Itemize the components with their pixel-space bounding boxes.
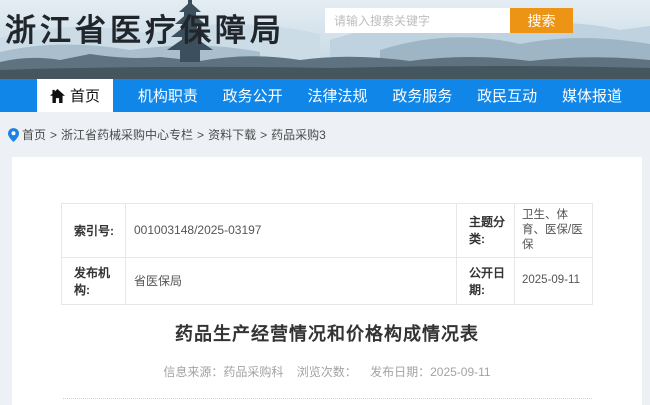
search-box: 搜索 (325, 8, 573, 33)
nav-item-label: 首页 (70, 85, 100, 106)
tab-gov-disclosure[interactable]: 政务公开 (223, 79, 283, 112)
topic-category-value: 卫生、体育、医保/医保 (515, 204, 593, 258)
home-icon (50, 89, 65, 103)
search-button[interactable]: 搜索 (510, 8, 573, 33)
index-number-label: 索引号: (62, 204, 126, 258)
article-meta: 信息来源：药品采购科 浏览次数： 发布日期：2025-09-11 (12, 363, 642, 380)
site-title: 浙江省医疗保障局 (5, 5, 285, 50)
publish-date-label: 公开日期: (457, 257, 515, 304)
tab-gov-services[interactable]: 政务服务 (392, 79, 452, 112)
table-row: 发布机构: 省医保局 公开日期: 2025-09-11 (62, 257, 593, 304)
info-source: 信息来源：药品采购科 (163, 365, 283, 379)
breadcrumb-separator: > (50, 128, 57, 142)
search-input[interactable] (325, 8, 510, 33)
breadcrumb-separator: > (260, 128, 267, 142)
publish-date-value: 2025-09-11 (515, 257, 593, 304)
document-info-table: 索引号: 001003148/2025-03197 主题分类: 卫生、体育、医保… (61, 203, 593, 305)
tab-home[interactable]: 首页 (37, 79, 113, 112)
tab-public-interaction[interactable]: 政民互动 (477, 79, 537, 112)
tab-laws[interactable]: 法律法规 (307, 79, 367, 112)
dotted-divider (63, 398, 592, 399)
issuing-agency-label: 发布机构: (62, 257, 126, 304)
issuing-agency-value: 省医保局 (126, 257, 457, 304)
index-number-value: 001003148/2025-03197 (126, 204, 457, 258)
view-count: 浏览次数： (297, 365, 357, 379)
breadcrumb-procurement-center[interactable]: 浙江省药械采购中心专栏 (61, 126, 193, 143)
breadcrumb-home[interactable]: 首页 (22, 126, 46, 143)
breadcrumb: 首页 > 浙江省药械采购中心专栏 > 资料下载 > 药品采购3 (0, 112, 650, 157)
location-pin-icon (8, 128, 19, 142)
tab-org-duties[interactable]: 机构职责 (138, 79, 198, 112)
tab-media-reports[interactable]: 媒体报道 (562, 79, 622, 112)
breadcrumb-separator: > (197, 128, 204, 142)
release-date: 发布日期：2025-09-11 (370, 365, 491, 379)
content-card: 索引号: 001003148/2025-03197 主题分类: 卫生、体育、医保… (12, 157, 642, 405)
topic-category-label: 主题分类: (457, 204, 515, 258)
main-nav: 首页 机构职责 政务公开 法律法规 政务服务 政民互动 媒体报道 (0, 79, 650, 112)
page-title: 药品生产经营情况和价格构成情况表 (12, 320, 642, 346)
table-row: 索引号: 001003148/2025-03197 主题分类: 卫生、体育、医保… (62, 204, 593, 258)
breadcrumb-downloads[interactable]: 资料下载 (208, 126, 256, 143)
site-banner: 浙江省医疗保障局 搜索 (0, 0, 650, 79)
breadcrumb-current-page: 药品采购3 (271, 126, 326, 143)
